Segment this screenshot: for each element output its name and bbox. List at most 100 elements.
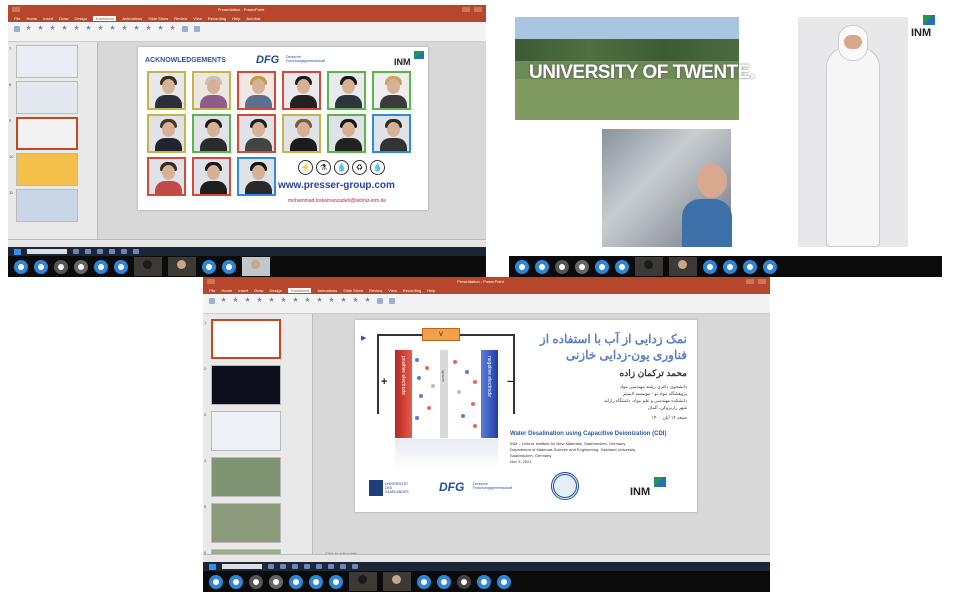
participant-avatar[interactable] <box>202 259 216 274</box>
participant-avatar[interactable] <box>34 259 48 274</box>
participant-avatar[interactable] <box>457 574 471 589</box>
slide-canvas[interactable]: ACKNOWLEDGEMENTS DFG Deutsche Forschungs… <box>138 47 428 210</box>
taskbar-app-icon[interactable] <box>121 249 127 254</box>
participant-avatar[interactable] <box>703 259 717 274</box>
transition-random-button[interactable]: ★ <box>315 297 324 310</box>
participant-avatar[interactable] <box>477 574 491 589</box>
participant-avatar[interactable] <box>743 259 757 274</box>
participant-avatar[interactable] <box>249 574 263 589</box>
tab-home[interactable]: Home <box>26 16 37 21</box>
transition-cut-button[interactable]: ★ <box>108 25 117 38</box>
transition-morph-button[interactable]: ★ <box>36 25 45 38</box>
participant-avatar[interactable] <box>329 574 343 589</box>
tab-transitions[interactable]: Transitions <box>92 15 117 21</box>
timing-group[interactable] <box>192 25 201 38</box>
autosave-toggle[interactable] <box>12 7 20 12</box>
taskbar-app-icon[interactable] <box>73 249 79 254</box>
slide-thumbnail[interactable] <box>211 457 281 497</box>
taskbar-app-icon[interactable] <box>352 564 358 569</box>
transition-cover-button[interactable]: ★ <box>156 25 165 38</box>
windows-start-icon[interactable] <box>14 248 21 255</box>
participant-avatar[interactable] <box>763 259 777 274</box>
participant-avatar[interactable] <box>595 259 609 274</box>
tab-help[interactable]: Help <box>427 288 435 293</box>
tab-transitions[interactable]: Transitions <box>287 287 312 293</box>
participant-video[interactable] <box>134 257 162 276</box>
tab-recording[interactable]: Recording <box>208 16 226 21</box>
slide-thumbnail[interactable] <box>211 365 281 405</box>
participant-avatar[interactable] <box>615 259 629 274</box>
participant-video[interactable] <box>383 572 411 591</box>
transition-push-button[interactable]: ★ <box>255 297 264 310</box>
slide-thumbnail[interactable] <box>16 153 78 186</box>
slide-thumbnail[interactable] <box>211 503 281 543</box>
participant-avatar[interactable] <box>229 574 243 589</box>
tab-view[interactable]: View <box>193 16 202 21</box>
slide-thumbnails[interactable]: 7 8 9 10 11 <box>8 42 98 247</box>
transition-split-button[interactable]: ★ <box>84 25 93 38</box>
tab-slideshow[interactable]: Slide Show <box>148 16 168 21</box>
slide-thumbnail-selected[interactable] <box>211 319 281 359</box>
taskbar-app-icon[interactable] <box>97 249 103 254</box>
transition-none-button[interactable]: ★ <box>219 297 228 310</box>
tab-insert[interactable]: Insert <box>43 16 53 21</box>
taskbar-app-icon[interactable] <box>304 564 310 569</box>
participant-avatar[interactable] <box>437 574 451 589</box>
tab-animations[interactable]: Animations <box>317 288 337 293</box>
transition-wipe-button[interactable]: ★ <box>72 25 81 38</box>
transition-flash-button[interactable]: ★ <box>168 25 177 38</box>
transition-split-button[interactable]: ★ <box>279 297 288 310</box>
participant-avatar[interactable] <box>289 574 303 589</box>
participant-avatar[interactable] <box>575 259 589 274</box>
effect-options-button[interactable] <box>375 297 384 310</box>
taskbar-app-icon[interactable] <box>85 249 91 254</box>
participant-avatar[interactable] <box>54 259 68 274</box>
slide-thumbnail[interactable] <box>16 81 78 114</box>
effect-options-button[interactable] <box>180 25 189 38</box>
transition-push-button[interactable]: ★ <box>60 25 69 38</box>
participant-video[interactable] <box>349 572 377 591</box>
transition-none-button[interactable]: ★ <box>24 25 33 38</box>
tab-file[interactable]: File <box>209 288 215 293</box>
slide-canvas[interactable]: UNIVERSITY OF TWENTE. INM <box>509 5 942 256</box>
taskbar-app-icon[interactable] <box>109 249 115 254</box>
slide-thumbnails[interactable]: 1 2 3 4 5 6 <box>203 314 313 562</box>
participant-video[interactable] <box>669 257 697 276</box>
participant-avatar[interactable] <box>74 259 88 274</box>
participant-avatar[interactable] <box>94 259 108 274</box>
transition-reveal-button[interactable]: ★ <box>96 25 105 38</box>
transition-reveal-button[interactable]: ★ <box>291 297 300 310</box>
transition-shape-button[interactable]: ★ <box>132 25 141 38</box>
contact-email[interactable]: mohammad.torkamanzadeh@leibniz-inm.de <box>288 198 386 204</box>
transition-shape-button[interactable]: ★ <box>327 297 336 310</box>
tab-view[interactable]: View <box>388 288 397 293</box>
participant-avatar[interactable] <box>497 574 511 589</box>
tab-help[interactable]: Help <box>232 16 240 21</box>
tab-design[interactable]: Design <box>74 16 86 21</box>
participant-video[interactable] <box>242 257 270 276</box>
participant-avatar[interactable] <box>555 259 569 274</box>
transition-uncover-button[interactable]: ★ <box>144 25 153 38</box>
participant-video[interactable] <box>635 257 663 276</box>
tab-slideshow[interactable]: Slide Show <box>343 288 363 293</box>
close-button[interactable] <box>758 279 766 284</box>
taskbar-app-icon[interactable] <box>328 564 334 569</box>
participant-avatar[interactable] <box>209 574 223 589</box>
slide-thumbnail[interactable] <box>16 189 78 222</box>
participant-avatar[interactable] <box>417 574 431 589</box>
minimize-button[interactable] <box>462 7 470 12</box>
taskbar-app-icon[interactable] <box>268 564 274 569</box>
participant-avatar[interactable] <box>14 259 28 274</box>
participant-avatar[interactable] <box>269 574 283 589</box>
transition-cover-button[interactable]: ★ <box>351 297 360 310</box>
tab-insert[interactable]: Insert <box>238 288 248 293</box>
transition-flash-button[interactable]: ★ <box>363 297 372 310</box>
transition-fade-button[interactable]: ★ <box>243 297 252 310</box>
transition-wipe-button[interactable]: ★ <box>267 297 276 310</box>
participant-avatar[interactable] <box>114 259 128 274</box>
participant-avatar[interactable] <box>515 259 529 274</box>
transition-random-button[interactable]: ★ <box>120 25 129 38</box>
minimize-button[interactable] <box>746 279 754 284</box>
autosave-toggle[interactable] <box>207 279 215 284</box>
taskbar-app-icon[interactable] <box>280 564 286 569</box>
